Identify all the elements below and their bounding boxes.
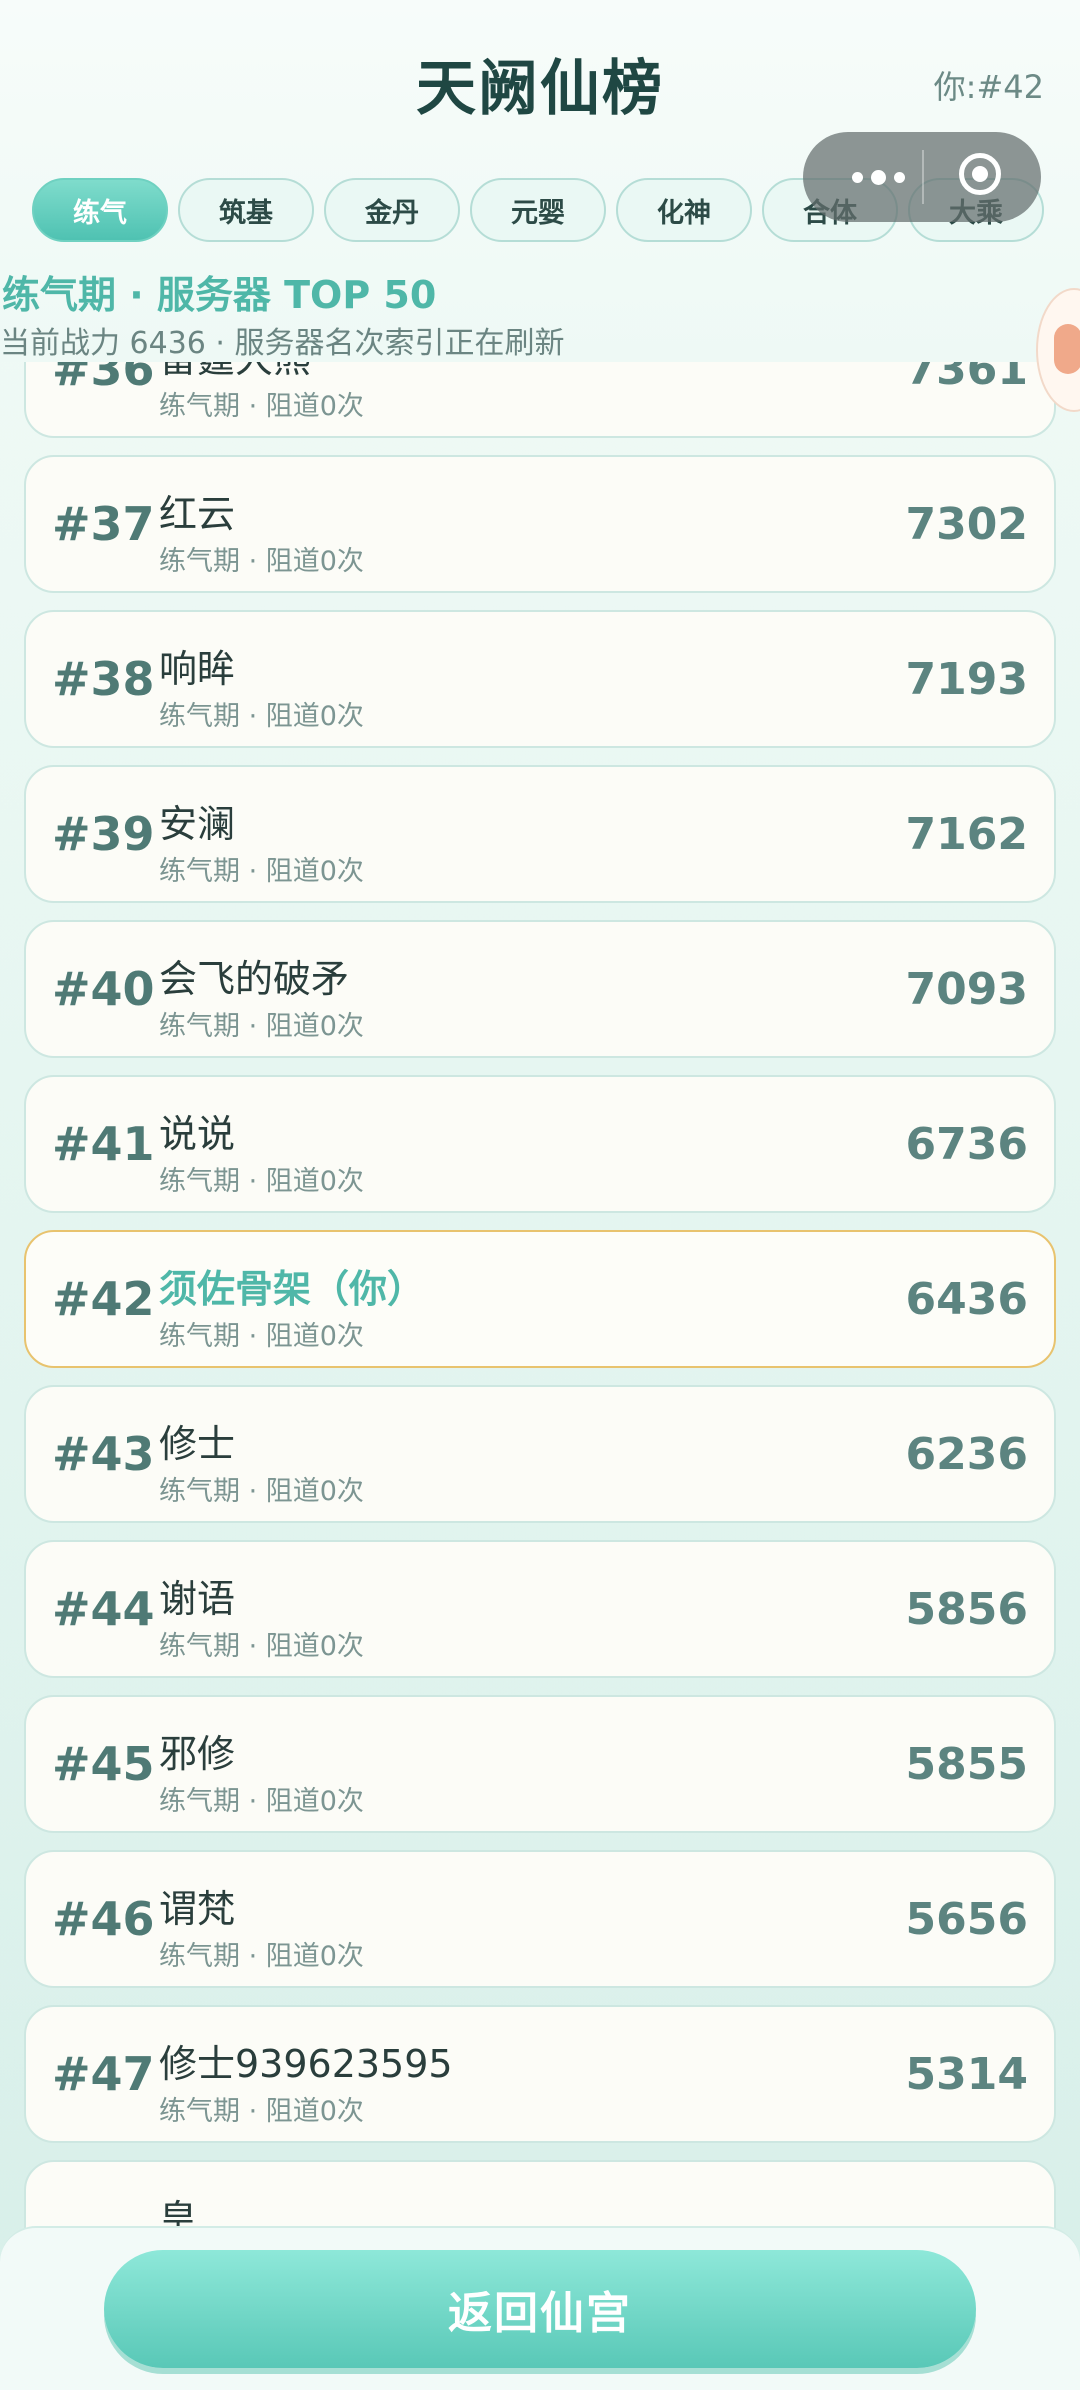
player-meta: 练气期 · 阻道0次	[159, 1166, 364, 1197]
tab-lianqi[interactable]: 练气	[32, 178, 168, 242]
combat-power: 6436	[905, 1273, 1028, 1325]
list-item[interactable]: #44 谢语练气期 · 阻道0次 5856	[24, 1540, 1056, 1678]
tab-zhuji[interactable]: 筑基	[178, 178, 314, 242]
list-item[interactable]: #38 响眸练气期 · 阻道0次 7193	[24, 610, 1056, 748]
combat-power: 6236	[905, 1428, 1028, 1480]
status-info: 当前战力 6436 · 服务器名次索引正在刷新	[0, 326, 565, 361]
player-meta: 练气期 · 阻道0次	[159, 1011, 364, 1042]
rank-number: #46	[52, 1892, 155, 1946]
list-item[interactable]: #47 修士939623595 练气期 · 阻道0次 5314	[24, 2005, 1056, 2143]
player-meta: 练气期 · 阻道0次	[159, 856, 364, 887]
player-name: 安澜	[159, 802, 236, 846]
rank-number: #40	[52, 962, 155, 1016]
player-meta: 练气期 · 阻道0次	[159, 1941, 364, 1972]
list-item[interactable]: #41 说说练气期 · 阻道0次 6736	[24, 1075, 1056, 1213]
rank-number: #44	[52, 1582, 155, 1636]
rank-number: #47	[52, 2047, 155, 2101]
player-meta: 练气期 · 阻道0次	[159, 1476, 364, 1507]
combat-power: 5855	[905, 1738, 1028, 1790]
player-name: 会飞的破矛	[159, 957, 350, 1001]
rank-number: #43	[52, 1427, 155, 1481]
player-name: 谢语	[159, 1577, 236, 1621]
back-to-palace-button[interactable]: 返回仙宫	[104, 2250, 976, 2368]
list-item[interactable]: #46 谓梵练气期 · 阻道0次 5656	[24, 1850, 1056, 1988]
page-title: 天阙仙榜	[416, 54, 664, 124]
list-item[interactable]: #39 安澜练气期 · 阻道0次 7162	[24, 765, 1056, 903]
mini-program-capsule	[803, 132, 1041, 222]
player-meta: 练气期 · 阻道0次	[159, 1321, 364, 1352]
capsule-divider	[922, 150, 924, 204]
rank-number: #39	[52, 807, 155, 861]
section-subtitle: 练气期 · 服务器 TOP 50	[2, 273, 437, 317]
player-meta: 练气期 · 阻道0次	[159, 1631, 364, 1662]
rank-number: #45	[52, 1737, 155, 1791]
list-item[interactable]: #40 会飞的破矛练气期 · 阻道0次 7093	[24, 920, 1056, 1058]
tab-jindan[interactable]: 金丹	[324, 178, 460, 242]
combat-power: 7162	[905, 808, 1028, 860]
combat-power: 5314	[905, 2048, 1028, 2100]
rank-number: #42	[52, 1272, 155, 1326]
combat-power: 5856	[905, 1583, 1028, 1635]
player-name: 修士939623595	[159, 2042, 453, 2086]
footer-bar: 返回仙宫	[0, 2226, 1080, 2390]
player-name: 红云	[159, 492, 236, 536]
player-name: 邪修	[159, 1732, 236, 1776]
list-item[interactable]: #37 红云练气期 · 阻道0次 7302	[24, 455, 1056, 593]
player-name: 须佐骨架（你）	[159, 1267, 426, 1311]
player-meta: 练气期 · 阻道0次	[159, 2096, 364, 2127]
list-item[interactable]: #45 邪修练气期 · 阻道0次 5855	[24, 1695, 1056, 1833]
target-circle-icon[interactable]	[959, 153, 1001, 195]
player-name: 说说	[159, 1112, 236, 1156]
player-meta: 练气期 · 阻道0次	[159, 546, 364, 577]
player-meta: 练气期 · 阻道0次	[159, 1786, 364, 1817]
rank-number: #38	[52, 652, 155, 706]
player-name: 谓梵	[159, 1887, 236, 1931]
tab-yuanying[interactable]: 元婴	[470, 178, 606, 242]
player-meta: 练气期 · 阻道0次	[159, 701, 364, 732]
player-name: 修士	[159, 1422, 236, 1466]
combat-power: 7193	[905, 653, 1028, 705]
combat-power: 5656	[905, 1893, 1028, 1945]
player-meta: 练气期 · 阻道0次	[159, 391, 364, 422]
tab-huashen[interactable]: 化神	[616, 178, 752, 242]
combat-power: 6736	[905, 1118, 1028, 1170]
my-rank-label: 你:#42	[933, 68, 1044, 106]
combat-power: 7093	[905, 963, 1028, 1015]
list-item[interactable]: #43 修士练气期 · 阻道0次 6236	[24, 1385, 1056, 1523]
list-item-self[interactable]: #42 须佐骨架（你） 练气期 · 阻道0次 6436	[24, 1230, 1056, 1368]
player-name: 响眸	[159, 647, 236, 691]
more-dots-icon[interactable]	[833, 132, 923, 222]
rank-number: #41	[52, 1117, 155, 1171]
rank-number: #37	[52, 497, 155, 551]
combat-power: 7302	[905, 498, 1028, 550]
ranking-list: #36雷霆大熊练气期 · 阻道0次7361#37红云练气期 · 阻道0次7302…	[24, 300, 1056, 2315]
